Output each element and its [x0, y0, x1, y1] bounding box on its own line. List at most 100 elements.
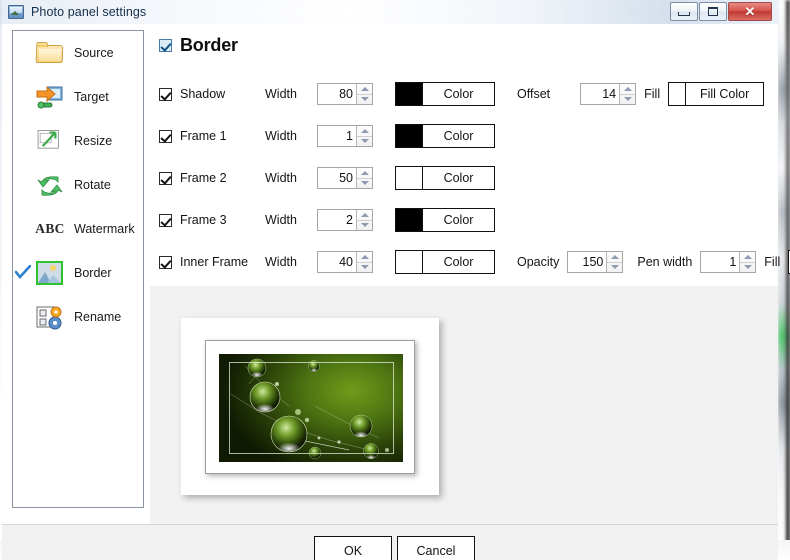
shadow-row: Shadow Width 80 Color Offset 14 Fill Fil…: [159, 82, 765, 106]
shadow-color-button[interactable]: Color: [395, 82, 495, 106]
shadow-offset-label: Offset: [517, 87, 551, 101]
frame3-width-stepper[interactable]: 2: [317, 209, 373, 231]
frame1-label: Frame 1: [180, 129, 227, 143]
shadow-width-stepper[interactable]: 80: [317, 83, 373, 105]
shadow-fill-color-button[interactable]: Fill Color: [668, 82, 765, 106]
sidebar-item-label: Rotate: [74, 178, 111, 192]
sidebar-item-rotate[interactable]: Rotate: [13, 163, 143, 207]
minimize-icon: [678, 11, 690, 16]
frame2-row: Frame 2 Width 50 Color: [159, 166, 495, 190]
stepper-down-icon[interactable]: [357, 179, 372, 189]
stepper-up-icon[interactable]: [357, 252, 372, 263]
preview-mat: [205, 340, 415, 474]
frame1-color-button[interactable]: Color: [395, 124, 495, 148]
inner-fill-label: Fill: [764, 255, 781, 269]
inner-frame-checkbox[interactable]: [159, 255, 172, 269]
sidebar-item-label: Target: [74, 90, 109, 104]
frame2-width-label: Width: [265, 171, 297, 185]
stepper-arrows[interactable]: [356, 252, 372, 272]
stepper-down-icon[interactable]: [357, 263, 372, 273]
rename-icon: [35, 302, 65, 332]
maximize-icon: [708, 7, 718, 16]
title-bar[interactable]: Photo panel settings ✕: [2, 0, 778, 25]
stepper-arrows[interactable]: [356, 84, 372, 104]
stepper-down-icon[interactable]: [357, 137, 372, 147]
inner-frame-width-value[interactable]: 40: [318, 252, 356, 272]
stepper-up-icon[interactable]: [357, 210, 372, 221]
opacity-label: Opacity: [517, 255, 560, 269]
stepper-arrows[interactable]: [739, 252, 756, 273]
minimize-button[interactable]: [670, 2, 698, 21]
frame3-color-button[interactable]: Color: [395, 208, 495, 232]
sidebar-item-watermark[interactable]: ABC Watermark: [13, 207, 143, 251]
stepper-arrows[interactable]: [356, 168, 372, 188]
shadow-offset-stepper[interactable]: 14: [580, 83, 637, 105]
frame1-width-label: Width: [265, 129, 297, 143]
frame2-checkbox[interactable]: [159, 171, 172, 185]
sidebar-item-border[interactable]: Border: [13, 251, 143, 295]
stepper-up-icon[interactable]: [357, 126, 372, 137]
ok-button[interactable]: OK: [314, 536, 392, 560]
shadow-width-value[interactable]: 80: [318, 84, 356, 104]
inner-frame-width-label: Width: [265, 255, 297, 269]
close-button[interactable]: ✕: [728, 2, 772, 21]
stepper-down-icon[interactable]: [740, 263, 755, 273]
folder-icon: [35, 38, 65, 68]
inner-frame-color-button[interactable]: Color: [395, 250, 495, 274]
target-icon: [35, 82, 65, 112]
border-icon: [35, 258, 65, 288]
shadow-offset-value[interactable]: 14: [581, 84, 619, 104]
stepper-arrows[interactable]: [356, 126, 372, 146]
frame3-width-value[interactable]: 2: [318, 210, 356, 230]
stepper-down-icon[interactable]: [607, 263, 622, 273]
frame2-color-button[interactable]: Color: [395, 166, 495, 190]
dialog-footer: OK Cancel: [2, 524, 778, 560]
stepper-up-icon[interactable]: [357, 84, 372, 95]
shadow-width-label: Width: [265, 87, 297, 101]
sidebar-item-source[interactable]: Source: [13, 31, 143, 75]
preview-photo: [219, 354, 403, 462]
dialog-body: Source Target Resize Rotate ABC Watermar…: [2, 24, 790, 560]
frame1-color-label: Color: [443, 129, 474, 143]
frame3-checkbox[interactable]: [159, 213, 172, 227]
frame2-width-value[interactable]: 50: [318, 168, 356, 188]
inner-frame-color-swatch: [396, 251, 423, 273]
stepper-down-icon[interactable]: [620, 95, 635, 105]
stepper-arrows[interactable]: [606, 252, 623, 273]
sidebar-item-label: Source: [74, 46, 114, 60]
stepper-down-icon[interactable]: [357, 221, 372, 231]
shadow-checkbox[interactable]: [159, 87, 172, 101]
stepper-up-icon[interactable]: [357, 168, 372, 179]
frame1-width-stepper[interactable]: 1: [317, 125, 373, 147]
frame1-checkbox[interactable]: [159, 129, 172, 143]
opacity-stepper[interactable]: 150: [567, 251, 624, 273]
maximize-button[interactable]: [699, 2, 727, 21]
inner-frame-label: Inner Frame: [180, 255, 249, 269]
pen-width-value[interactable]: 1: [701, 252, 739, 272]
border-enable-checkbox[interactable]: [159, 38, 172, 52]
stepper-arrows[interactable]: [619, 84, 636, 105]
sidebar-item-rename[interactable]: Rename: [13, 295, 143, 339]
stepper-up-icon[interactable]: [620, 84, 636, 95]
cancel-button[interactable]: Cancel: [397, 536, 475, 560]
shadow-fill-color-label: Fill Color: [699, 87, 750, 101]
inner-frame-width-stepper[interactable]: 40: [317, 251, 373, 273]
border-enable-row: Border: [159, 32, 238, 58]
stepper-down-icon[interactable]: [357, 95, 372, 105]
inner-frame-color-label: Color: [443, 255, 474, 269]
sidebar-item-resize[interactable]: Resize: [13, 119, 143, 163]
shadow-label: Shadow: [180, 87, 226, 101]
preview-outer-frame: [181, 318, 439, 495]
sidebar-item-target[interactable]: Target: [13, 75, 143, 119]
pen-width-stepper[interactable]: 1: [700, 251, 757, 273]
frame2-width-stepper[interactable]: 50: [317, 167, 373, 189]
frame3-row: Frame 3 Width 2 Color: [159, 208, 495, 232]
inner-frame-row: Inner Frame Width 40 Color Opacity 150 P…: [159, 250, 790, 274]
stepper-arrows[interactable]: [356, 210, 372, 230]
frame1-width-value[interactable]: 1: [318, 126, 356, 146]
opacity-value[interactable]: 150: [568, 252, 606, 272]
stepper-up-icon[interactable]: [740, 252, 756, 263]
frame2-color-swatch: [396, 167, 423, 189]
rotate-icon: [35, 170, 65, 200]
stepper-up-icon[interactable]: [607, 252, 623, 263]
